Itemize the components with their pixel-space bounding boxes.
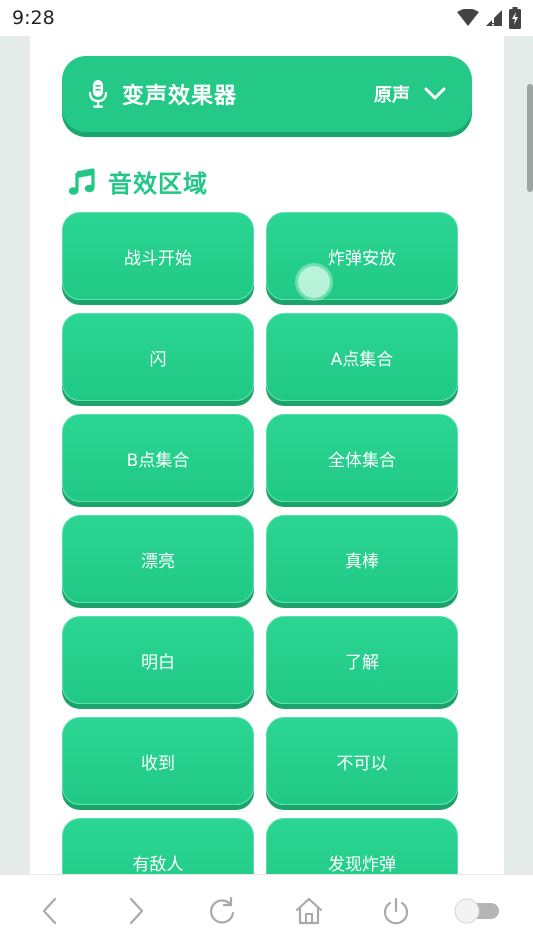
sound-button[interactable]: 不可以 [266,717,458,805]
refresh-icon [210,896,235,924]
status-time: 9:28 [12,7,55,29]
forward-icon [129,897,144,925]
scrollbar-thumb[interactable] [527,84,533,192]
sound-button[interactable]: 全体集合 [266,414,458,502]
touch-indicator [298,266,330,298]
sound-button[interactable]: 战斗开始 [62,212,254,300]
home-icon [295,897,323,925]
signal-icon [486,10,502,26]
status-icons [457,6,521,30]
power-icon [383,897,409,925]
sound-button[interactable]: B点集合 [62,414,254,502]
battery-icon [509,7,521,29]
main-card: 变声效果器 原声 音效区域 战斗开始 炸弹安放 闪 A点集合 B点集合 全体集合… [30,36,504,874]
home-button[interactable] [289,893,329,929]
sound-button[interactable]: 真棒 [266,515,458,603]
power-button[interactable] [376,893,416,929]
sound-button[interactable]: 发现炸弹 [266,818,458,874]
back-icon [42,897,57,925]
sound-button[interactable]: A点集合 [266,313,458,401]
sound-button[interactable]: 明白 [62,616,254,704]
music-note-icon [68,167,95,195]
voice-changer-selector[interactable]: 变声效果器 原声 [62,56,472,132]
bottom-navigation [0,874,533,948]
wifi-icon [457,9,479,26]
sound-button[interactable]: 收到 [62,717,254,805]
status-bar: 9:28 [0,0,533,36]
forward-button[interactable] [116,893,156,929]
sound-button[interactable]: 闪 [62,313,254,401]
sound-button[interactable]: 有敌人 [62,818,254,874]
refresh-button[interactable] [202,893,242,929]
section-title: 音效区域 [108,170,208,198]
voice-mode-value: 原声 [374,85,410,106]
voice-changer-title: 变声效果器 [122,84,238,109]
chevron-down-icon [424,87,446,100]
voice-mode-dropdown[interactable]: 原声 [374,81,446,107]
toggle-button[interactable] [452,893,502,929]
back-button[interactable] [30,893,70,929]
sound-button[interactable]: 了解 [266,616,458,704]
toggle-icon [454,898,499,924]
microphone-icon [88,80,108,108]
sound-button[interactable]: 炸弹安放 [266,212,458,300]
section-header: 音效区域 [68,164,208,199]
sound-button[interactable]: 漂亮 [62,515,254,603]
